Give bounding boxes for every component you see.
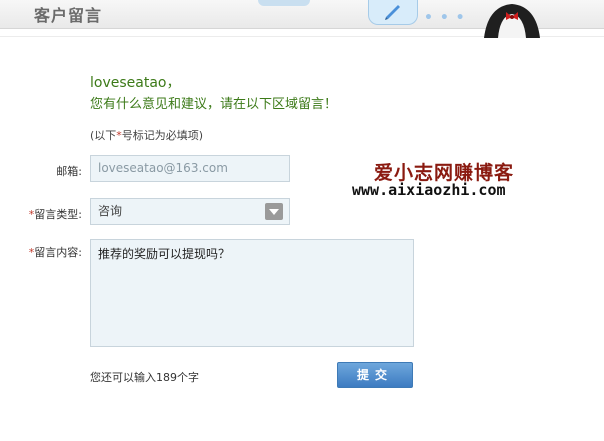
type-label-text: 留言类型:: [34, 208, 82, 221]
greeting-username: loveseatao，: [90, 75, 181, 91]
content-textarea[interactable]: 推荐的奖励可以提现吗？: [90, 239, 414, 347]
required-note-suffix: 号标记为必填项): [121, 129, 204, 142]
type-select[interactable]: 咨询: [90, 198, 290, 225]
character-counter: 您还可以输入189个字: [90, 371, 199, 384]
type-label: *留言类型:: [2, 206, 82, 222]
page-title: 客户留言: [34, 6, 103, 25]
penguin-mascot-icon: [484, 4, 540, 38]
chevron-down-icon[interactable]: [265, 203, 283, 220]
content-label: *留言内容:: [2, 244, 82, 260]
email-field[interactable]: loveseatao@163.com: [90, 155, 290, 182]
greeting-message: 您有什么意见和建议，请在以下区域留言！: [90, 97, 338, 112]
content-label-text: 留言内容:: [34, 246, 82, 259]
pen-paper-icon: [368, 0, 418, 25]
required-note-prefix: (以下: [90, 129, 117, 142]
email-label: 邮箱:: [56, 165, 82, 178]
type-select-value: 咨询: [98, 204, 123, 218]
watermark-url: www.aixiaozhi.com: [352, 181, 506, 199]
submit-button[interactable]: 提交: [337, 362, 413, 388]
ellipsis-icon: • • •: [424, 10, 466, 26]
required-note: (以下*号标记为必填项): [90, 127, 203, 143]
decorative-banner: [258, 0, 310, 6]
